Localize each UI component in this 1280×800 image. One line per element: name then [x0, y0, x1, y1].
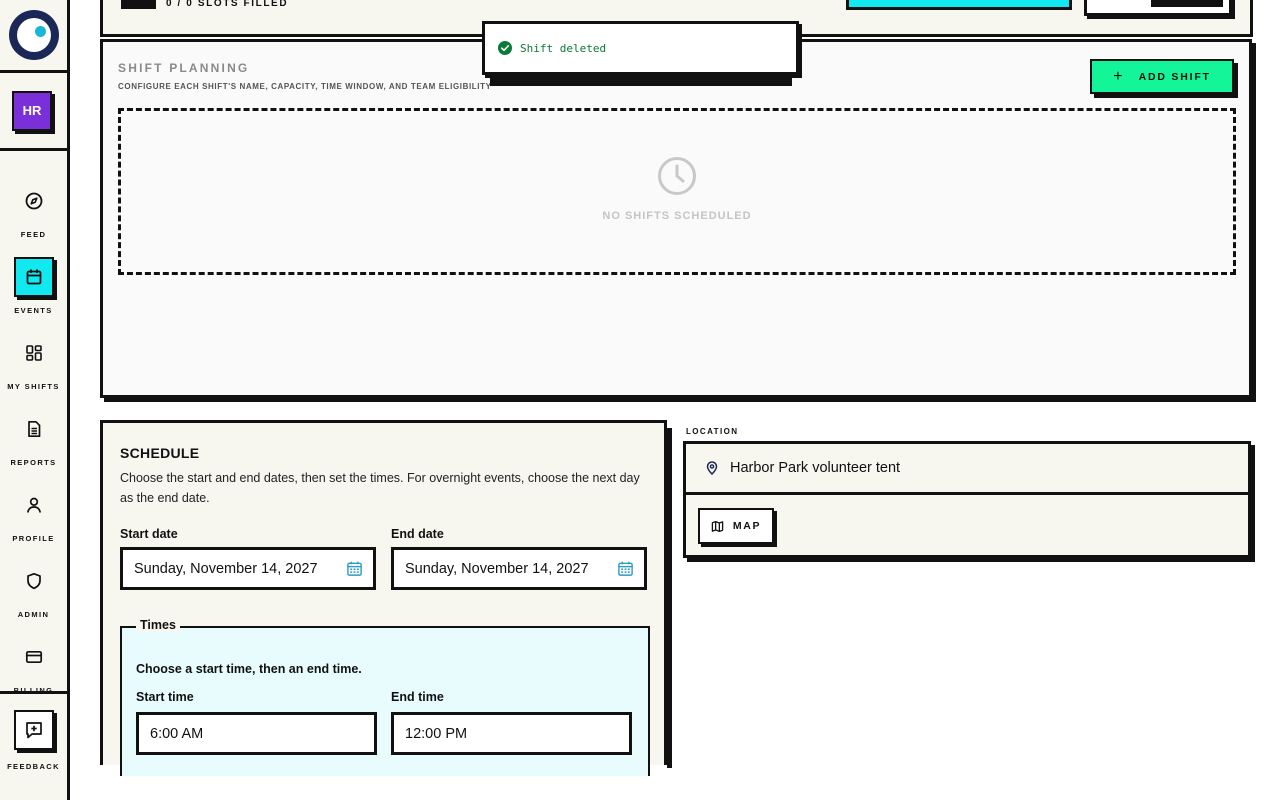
shift-planning-title: SHIFT PLANNING: [118, 61, 250, 75]
map-pin-icon: [706, 461, 718, 475]
secondary-action-button[interactable]: [1084, 0, 1232, 16]
start-time-field[interactable]: 6:00 AM: [136, 712, 377, 755]
end-time-field[interactable]: 12:00 PM: [391, 712, 632, 755]
credit-card-icon: [14, 637, 54, 677]
sidebar: HR FEED EVENTS MY SHIFTS REPORTS PROFILE…: [0, 0, 70, 800]
end-time-label: End time: [391, 690, 444, 704]
location-label: LOCATION: [686, 427, 739, 436]
empty-state-text: NO SHIFTS SCHEDULED: [602, 210, 752, 222]
sidebar-item-events[interactable]: EVENTS: [0, 257, 67, 333]
sidebar-item-label: ADMIN: [17, 610, 50, 619]
times-fieldset: Times Choose a start time, then an end t…: [120, 618, 650, 776]
location-value-row[interactable]: Harbor Park volunteer tent: [686, 444, 1248, 495]
start-time-label: Start time: [136, 690, 194, 704]
start-date-label: Start date: [120, 527, 178, 541]
location-value: Harbor Park volunteer tent: [730, 460, 901, 476]
document-icon: [14, 409, 54, 449]
calendar-icon[interactable]: [346, 560, 363, 577]
end-time-value: 12:00 PM: [405, 725, 468, 742]
shift-planning-subtitle: CONFIGURE EACH SHIFT'S NAME, CAPACITY, T…: [118, 82, 492, 91]
slots-filled-text: 0 / 0 SLOTS FILLED: [166, 0, 289, 9]
add-shift-label: ADD SHIFT: [1138, 70, 1211, 83]
schedule-description: Choose the start and end dates, then set…: [120, 471, 640, 505]
slots-status: 0 / 0 SLOTS FILLED: [121, 0, 288, 9]
plus-icon: +: [1113, 67, 1123, 85]
compass-icon: [14, 181, 54, 221]
calendar-icon: [13, 257, 54, 297]
start-time-value: 6:00 AM: [150, 725, 204, 742]
user-icon: [14, 485, 54, 525]
shifts-empty-state: NO SHIFTS SCHEDULED: [118, 108, 1236, 275]
sidebar-item-label: REPORTS: [10, 458, 57, 467]
primary-action-button[interactable]: [846, 0, 1072, 10]
feedback-area: FEEDBACK: [0, 691, 67, 800]
end-date-field[interactable]: Sunday, November 14, 2027: [391, 547, 647, 590]
sidebar-item-admin[interactable]: ADMIN: [0, 561, 67, 637]
shield-icon: [14, 561, 54, 601]
sidebar-item-my-shifts[interactable]: MY SHIFTS: [0, 333, 67, 409]
grid-icon: [14, 333, 54, 373]
start-date-value: Sunday, November 14, 2027: [134, 560, 318, 577]
end-date-label: End date: [391, 527, 444, 541]
sidebar-nav: FEED EVENTS MY SHIFTS REPORTS PROFILE AD…: [0, 151, 67, 713]
sidebar-item-feed[interactable]: FEED: [0, 181, 67, 257]
feedback-button[interactable]: [13, 710, 54, 750]
schedule-title: SCHEDULE: [120, 445, 200, 461]
avatar[interactable]: HR: [12, 90, 52, 131]
logo-area: [0, 0, 67, 73]
sidebar-item-label: MY SHIFTS: [7, 382, 60, 391]
message-plus-icon: [25, 722, 42, 739]
shift-planning-panel: SHIFT PLANNING CONFIGURE EACH SHIFT'S NA…: [100, 39, 1252, 398]
sidebar-item-label: EVENTS: [14, 306, 53, 315]
app-logo[interactable]: [8, 10, 59, 60]
check-circle-icon: [498, 41, 512, 55]
map-icon: [711, 520, 724, 532]
sidebar-item-label: PROFILE: [12, 534, 55, 543]
map-button[interactable]: MAP: [698, 508, 774, 544]
sidebar-item-label: FEED: [20, 230, 47, 239]
times-legend: Times: [136, 618, 180, 632]
add-shift-button[interactable]: + ADD SHIFT: [1090, 59, 1234, 94]
sidebar-item-profile[interactable]: PROFILE: [0, 485, 67, 561]
toast-notification: Shift deleted: [482, 21, 799, 75]
schedule-panel: SCHEDULE Choose the start and end dates,…: [100, 420, 672, 776]
location-panel: Harbor Park volunteer tent MAP: [683, 441, 1251, 558]
clock-icon: [658, 157, 696, 195]
map-button-label: MAP: [732, 520, 762, 532]
sidebar-item-reports[interactable]: REPORTS: [0, 409, 67, 485]
calendar-icon[interactable]: [617, 560, 634, 577]
avatar-area: HR: [0, 73, 67, 151]
times-hint: Choose a start time, then an end time.: [136, 662, 362, 676]
slots-progress-bar: [121, 0, 156, 9]
start-date-field[interactable]: Sunday, November 14, 2027: [120, 547, 376, 590]
end-date-value: Sunday, November 14, 2027: [405, 560, 589, 577]
toast-message: Shift deleted: [520, 41, 607, 55]
feedback-label: FEEDBACK: [7, 762, 60, 771]
